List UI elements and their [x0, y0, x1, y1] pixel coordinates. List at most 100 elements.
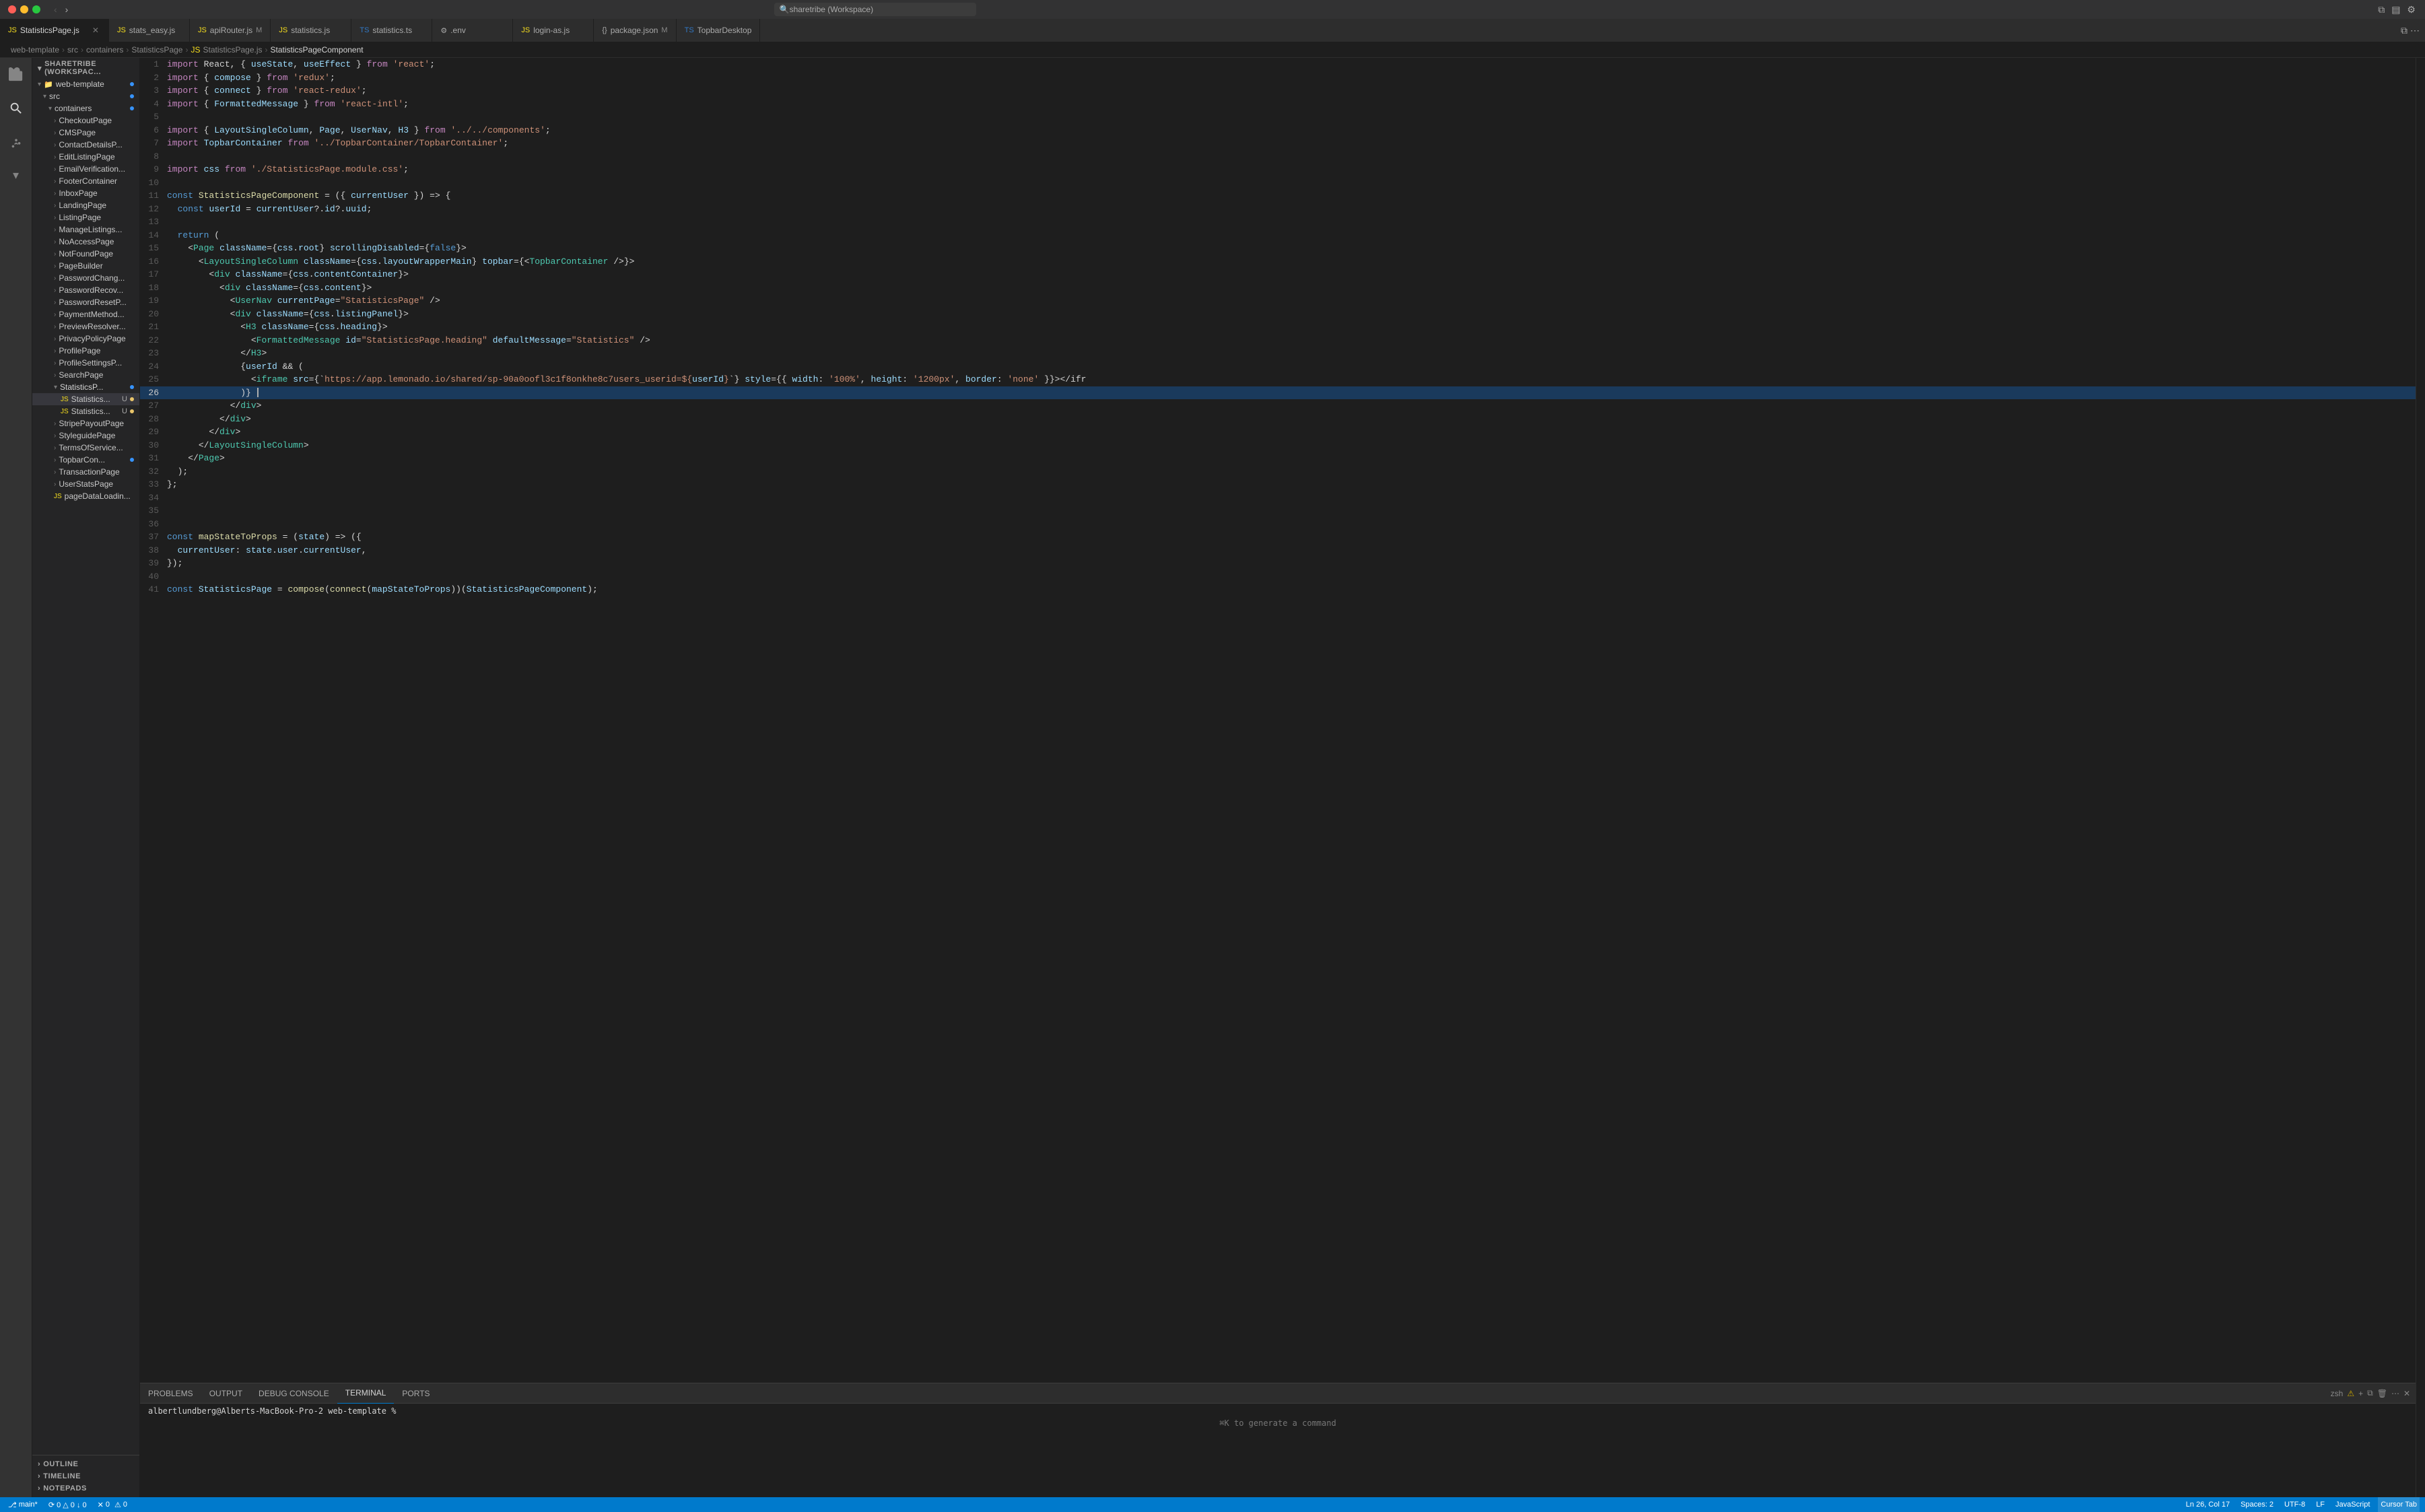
layout-icon[interactable]: ▤ — [2390, 3, 2401, 17]
code-line-32: 32 ); — [140, 465, 2416, 479]
sidebar-item-cmspage[interactable]: › CMSPage — [32, 127, 139, 139]
sidebar-workspace-header[interactable]: ▾ SHARETRIBE (WORKSPAC... — [32, 58, 139, 78]
sidebar-item-userstatspage[interactable]: › UserStatsPage — [32, 478, 139, 490]
tab-login-as-js[interactable]: JS login-as.js — [513, 19, 594, 42]
warnings-count: 0 — [123, 1501, 127, 1509]
sidebar-item-passwordresetp[interactable]: › PasswordResetP... — [32, 296, 139, 308]
sidebar-item-listingpage[interactable]: › ListingPage — [32, 211, 139, 224]
sidebar-item-containers[interactable]: ▾ containers — [32, 102, 139, 114]
sidebar-item-landingpage[interactable]: › LandingPage — [32, 199, 139, 211]
panel-tab-problems[interactable]: PROBLEMS — [140, 1383, 201, 1404]
panel-tab-terminal[interactable]: TERMINAL — [337, 1383, 395, 1404]
code-line-25: 25 <iframe src={`https://app.lemonado.io… — [140, 373, 2416, 386]
activity-bar-files[interactable] — [0, 65, 32, 85]
sidebar-item-profilepage[interactable]: › ProfilePage — [32, 345, 139, 357]
sidebar-item-statisticsp[interactable]: ▾ StatisticsP... — [32, 381, 139, 393]
sidebar-item-footercontainer[interactable]: › FooterContainer — [32, 175, 139, 187]
breadcrumb-containers[interactable]: containers — [86, 45, 123, 55]
tab-package-json[interactable]: {} package.json M — [594, 19, 676, 42]
outline-section-header[interactable]: › OUTLINE — [32, 1458, 139, 1470]
sidebar-item-previewresolver[interactable]: › PreviewResolver... — [32, 320, 139, 333]
sidebar-item-noaccesspage[interactable]: › NoAccessPage — [32, 236, 139, 248]
more-tabs-icon[interactable]: ⋯ — [2410, 25, 2420, 36]
sidebar-item-pagedataloadin[interactable]: JS pageDataLoadin... — [32, 490, 139, 502]
sidebar-item-statistics-css[interactable]: JS Statistics... U — [32, 405, 139, 417]
sidebar-item-pagebuilder[interactable]: › PageBuilder — [32, 260, 139, 272]
clear-terminal-icon[interactable]: 🗑 — [2377, 1389, 2387, 1398]
add-terminal-icon[interactable]: + — [2358, 1389, 2363, 1398]
split-terminal-icon[interactable]: ⧉ — [2367, 1388, 2373, 1398]
nav-arrows: ‹ › — [51, 3, 71, 16]
split-editor-icon[interactable]: ⧉ — [2377, 3, 2386, 17]
breadcrumb-file[interactable]: StatisticsPage.js — [203, 45, 262, 55]
sidebar-item-paymentmethod[interactable]: › PaymentMethod... — [32, 308, 139, 320]
sidebar-item-checkoutpage[interactable]: › CheckoutPage — [32, 114, 139, 127]
breadcrumb-web-template[interactable]: web-template — [11, 45, 59, 55]
close-button[interactable] — [8, 5, 16, 13]
code-line-38: 38 currentUser: state.user.currentUser, — [140, 544, 2416, 557]
sidebar-item-passwordrecov[interactable]: › PasswordRecov... — [32, 284, 139, 296]
terminal-content[interactable]: albertlundberg@Alberts-MacBook-Pro-2 web… — [140, 1404, 2416, 1497]
cursor-position-item[interactable]: Ln 26, Col 17 — [2183, 1497, 2232, 1512]
sidebar-item-stripepayoutpage[interactable]: › StripePayoutPage — [32, 417, 139, 429]
sidebar-item-managelistings[interactable]: › ManageListings... — [32, 224, 139, 236]
git-sync-item[interactable]: ⟳ 0 △ 0 ↓ 0 — [46, 1497, 90, 1512]
sidebar-item-statisticspage-js[interactable]: JS Statistics... U — [32, 393, 139, 405]
forward-arrow[interactable]: › — [63, 3, 71, 16]
sidebar-item-styleguidepage[interactable]: › StyleguidePage — [32, 429, 139, 442]
chevron-right-icon: › — [54, 117, 56, 125]
sidebar-item-web-template[interactable]: ▾ 📁 web-template — [32, 78, 139, 90]
sidebar-item-topbarcon[interactable]: › TopbarCon... — [32, 454, 139, 466]
minimize-button[interactable] — [20, 5, 28, 13]
activity-bar-search[interactable] — [0, 98, 32, 118]
sidebar-item-inboxpage[interactable]: › InboxPage — [32, 187, 139, 199]
sidebar-item-editlistingpage[interactable]: › EditListingPage — [32, 151, 139, 163]
cursor-tab-item[interactable]: Cursor Tab — [2378, 1497, 2420, 1512]
settings-icon[interactable]: ⚙ — [2405, 3, 2417, 17]
activity-bar-source-control[interactable] — [0, 132, 32, 152]
more-terminal-icon[interactable]: ⋯ — [2391, 1389, 2399, 1398]
chevron-down-icon: ▾ — [43, 93, 46, 100]
spaces-item[interactable]: Spaces: 2 — [2238, 1497, 2276, 1512]
git-branch-icon: ⎇ — [8, 1501, 17, 1509]
line-ending-item[interactable]: LF — [2313, 1497, 2327, 1512]
breadcrumb-statistics-page[interactable]: StatisticsPage — [131, 45, 182, 55]
panel-tab-debug-console[interactable]: DEBUG CONSOLE — [250, 1383, 337, 1404]
code-editor[interactable]: 1 import React, { useState, useEffect } … — [140, 58, 2416, 1383]
tab-stats-easy-js[interactable]: JS stats_easy.js — [109, 19, 190, 42]
close-terminal-icon[interactable]: ✕ — [2403, 1389, 2410, 1398]
sidebar-item-searchpage[interactable]: › SearchPage — [32, 369, 139, 381]
fullscreen-button[interactable] — [32, 5, 40, 13]
sidebar-item-passwordchang[interactable]: › PasswordChang... — [32, 272, 139, 284]
code-line-18: 18 <div className={css.content}> — [140, 281, 2416, 295]
tab-env[interactable]: ⚙ .env — [432, 19, 513, 42]
search-bar[interactable]: 🔍 sharetribe (Workspace) — [774, 3, 976, 16]
git-branch-item[interactable]: ⎇ main* — [5, 1497, 40, 1512]
tab-topbar-desktop[interactable]: TS TopbarDesktop — [677, 19, 761, 42]
language-item[interactable]: JavaScript — [2333, 1497, 2372, 1512]
tab-api-router-js[interactable]: JS apiRouter.js M — [190, 19, 271, 42]
timeline-section-header[interactable]: › TIMELINE — [32, 1470, 139, 1482]
activity-bar-more[interactable]: ▾ — [0, 166, 32, 185]
sidebar-item-emailverification[interactable]: › EmailVerification... — [32, 163, 139, 175]
errors-item[interactable]: ✕ 0 ⚠ 0 — [95, 1497, 130, 1512]
tab-close-button[interactable]: ✕ — [91, 24, 100, 36]
back-arrow[interactable]: ‹ — [51, 3, 60, 16]
breadcrumb-symbol[interactable]: StatisticsPageComponent — [271, 45, 364, 55]
notepads-section-header[interactable]: › NOTEPADS — [32, 1482, 139, 1494]
panel-tab-ports[interactable]: PORTS — [394, 1383, 438, 1404]
panel-tab-output[interactable]: OUTPUT — [201, 1383, 250, 1404]
sidebar-item-termsofservice[interactable]: › TermsOfService... — [32, 442, 139, 454]
sidebar-item-contactdetails[interactable]: › ContactDetailsP... — [32, 139, 139, 151]
sidebar-item-profilesettingsp[interactable]: › ProfileSettingsP... — [32, 357, 139, 369]
encoding-item[interactable]: UTF-8 — [2282, 1497, 2308, 1512]
tab-statistics-css[interactable]: JS statistics.js — [271, 19, 351, 42]
sidebar-item-transactionpage[interactable]: › TransactionPage — [32, 466, 139, 478]
split-editor-icon[interactable]: ⧉ — [2401, 25, 2407, 36]
sidebar-item-notfoundpage[interactable]: › NotFoundPage — [32, 248, 139, 260]
breadcrumb-src[interactable]: src — [67, 45, 78, 55]
sidebar-item-privacypolicypage[interactable]: › PrivacyPolicyPage — [32, 333, 139, 345]
tab-statistics-ts[interactable]: TS statistics.ts — [351, 19, 432, 42]
sidebar-item-src[interactable]: ▾ src — [32, 90, 139, 102]
tab-statistics-js[interactable]: JS StatisticsPage.js ✕ — [0, 19, 109, 42]
